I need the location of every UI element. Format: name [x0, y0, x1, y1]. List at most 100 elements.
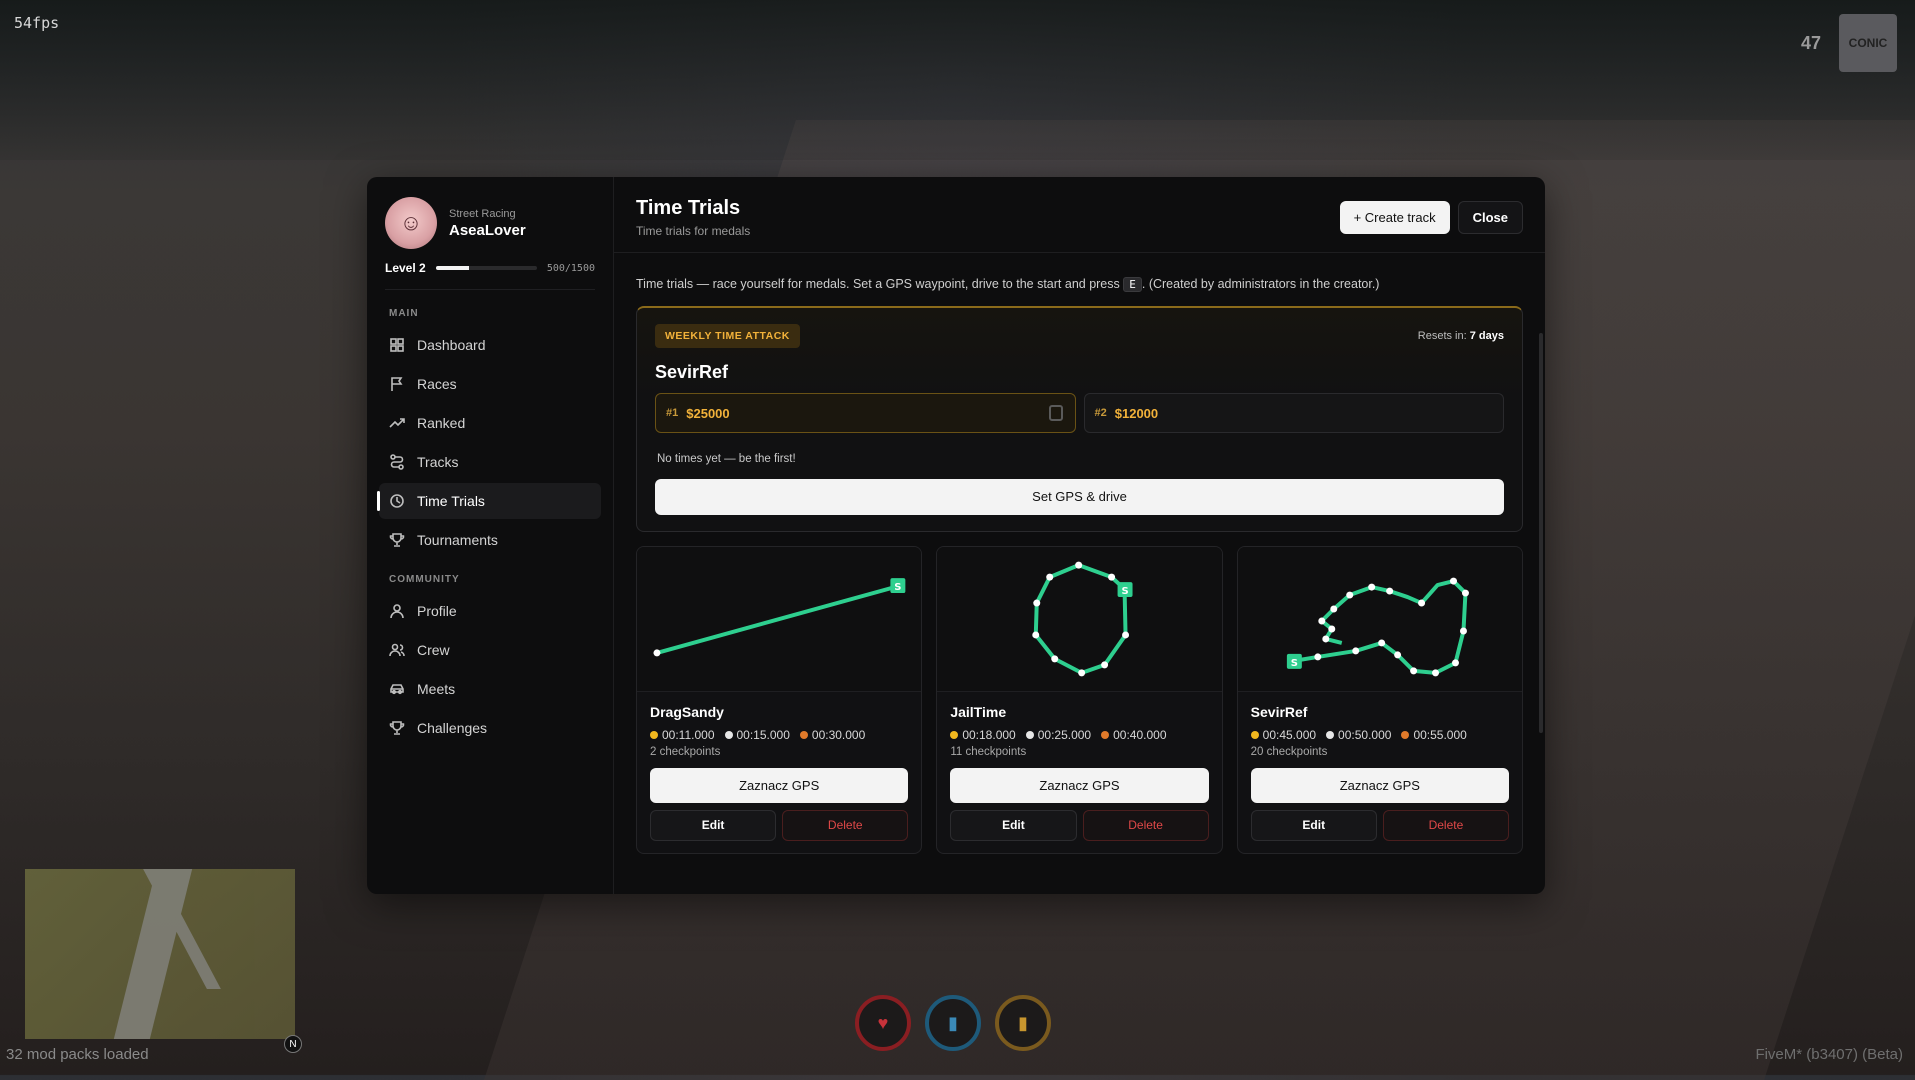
track-map-sevirref: S [1237, 547, 1522, 692]
time-value: 00:25.000 [1037, 728, 1092, 742]
xp-text: 500/1500 [546, 262, 595, 274]
checkpoint-count: 2 checkpoints [650, 746, 721, 758]
fps-counter: 54fps [14, 14, 60, 32]
compass-north-icon: N [284, 1035, 302, 1053]
sidebar-item-label: Tracks [417, 454, 459, 470]
username: AseaLover [449, 221, 526, 239]
page-title: Time Trials [636, 197, 741, 219]
track-name: JailTime [950, 704, 1007, 720]
health-icon: ♥ [855, 995, 911, 1051]
water-icon: ▮ [925, 995, 981, 1051]
empty-leaderboard-text: No times yet — be the first! [657, 453, 796, 465]
set-gps-drive-button[interactable]: Set GPS & drive [655, 479, 1504, 515]
level-label: Level 2 [385, 261, 426, 275]
edit-button[interactable]: Edit [1250, 810, 1377, 841]
track-map-jailtime: S [937, 547, 1222, 692]
create-track-button[interactable]: + Create track [1339, 201, 1450, 234]
gold-time: 00:18.000 [950, 728, 1016, 742]
mods-loaded-text: 32 mod packs loaded [6, 1046, 149, 1063]
scrollbar[interactable] [1539, 333, 1543, 733]
sidebar-item-tracks[interactable]: Tracks [379, 444, 601, 480]
close-button[interactable]: Close [1457, 201, 1523, 234]
time-value: 00:18.000 [962, 728, 1016, 742]
page-subtitle: Time trials for medals [636, 224, 751, 238]
bronze-time: 00:40.000 [1101, 728, 1167, 742]
time-trials-panel: ☺ Street Racing AseaLover Level 2 500/15… [367, 177, 1545, 894]
svg-text:S: S [894, 582, 901, 593]
bronze-time: 00:55.000 [1401, 728, 1467, 742]
sidebar-item-dashboard[interactable]: Dashboard [379, 327, 601, 363]
checkpoint-count: 11 checkpoints [950, 746, 1027, 758]
set-gps-button[interactable]: Zaznacz GPS [1250, 768, 1509, 803]
dashboard-icon [390, 338, 404, 352]
resets-timer: Resets in: 7 days [1418, 330, 1504, 342]
resets-value: 7 days [1469, 330, 1504, 342]
track-card: S JailTime 00:18.000 00:25.000 00:40.000… [936, 546, 1223, 854]
build-version: FiveM* (b3407) (Beta) [1755, 1046, 1903, 1063]
trophy-icon [389, 721, 405, 735]
delete-button[interactable]: Delete [1382, 810, 1509, 841]
sidebar-item-crew[interactable]: Crew [379, 632, 601, 668]
sidebar-item-label: Challenges [417, 720, 488, 736]
edit-button[interactable]: Edit [950, 810, 1077, 841]
track-name: SevirRef [1250, 704, 1308, 720]
minimap [25, 869, 295, 1039]
checkpoint-count: 20 checkpoints [1250, 746, 1328, 758]
info-text-part: . (Created by administrators in the crea… [1141, 277, 1380, 291]
info-text-part: Time trials — race yourself for medals. … [636, 277, 1120, 291]
weekly-track-name: SevirRef [655, 362, 729, 382]
silver-time: 00:25.000 [1025, 728, 1092, 742]
resets-label: Resets in: [1417, 330, 1467, 342]
time-value: 00:50.000 [1338, 728, 1392, 742]
route-icon [390, 454, 404, 470]
edit-button[interactable]: Edit [650, 810, 777, 841]
track-card: S SevirRef 00:45.000 00:50.000 00:55.000… [1236, 546, 1523, 854]
prize-rank: #1 [666, 407, 679, 419]
info-text: Time trials — race yourself for medals. … [636, 277, 1523, 292]
header: Time Trials Time trials for medals + Cre… [614, 177, 1545, 253]
sidebar-item-challenges[interactable]: Challenges [379, 710, 601, 746]
set-gps-button[interactable]: Zaznacz GPS [950, 768, 1209, 803]
silver-time: 00:15.000 [724, 728, 790, 742]
prize-second: #2 $12000 [1083, 393, 1504, 433]
sidebar-item-label: Tournaments [417, 532, 498, 548]
sidebar-item-label: Dashboard [417, 337, 486, 353]
sidebar-item-label: Crew [417, 642, 450, 658]
sidebar-item-profile[interactable]: Profile [379, 593, 601, 629]
time-value: 00:45.000 [1262, 728, 1317, 742]
flag-icon [391, 377, 403, 391]
sidebar-item-ranked[interactable]: Ranked [379, 405, 601, 441]
sidebar-item-meets[interactable]: Meets [379, 671, 601, 707]
vehicle-icon [1048, 405, 1063, 421]
delete-button[interactable]: Delete [1082, 810, 1209, 841]
sidebar-item-label: Profile [417, 603, 457, 619]
key-hint: E [1123, 277, 1142, 292]
weekly-time-attack-card: WEEKLY TIME ATTACK Resets in: 7 days Sev… [636, 306, 1523, 532]
users-icon [389, 643, 405, 657]
time-value: 00:15.000 [736, 728, 790, 742]
gold-time: 00:45.000 [1250, 728, 1317, 742]
track-card: S DragSandy 00:11.000 00:15.000 00:30.00… [636, 546, 923, 854]
prize-rank: #2 [1094, 407, 1107, 419]
level-row: Level 2 500/1500 [379, 261, 601, 275]
sidebar-item-label: Time Trials [417, 493, 485, 509]
profile-header: ☺ Street Racing AseaLover [379, 197, 601, 249]
user-icon [390, 604, 404, 619]
sidebar-item-races[interactable]: Races [379, 366, 601, 402]
trophy-icon [389, 533, 405, 547]
trend-icon [389, 418, 405, 428]
time-value: 00:11.000 [662, 728, 715, 742]
app-subtitle: Street Racing [449, 207, 516, 220]
prize-amount: $12000 [1114, 405, 1159, 421]
food-icon: ▮ [995, 995, 1051, 1051]
hud-number: 47 [1800, 32, 1821, 53]
sidebar-item-time-trials[interactable]: Time Trials [377, 483, 601, 519]
sidebar-item-label: Ranked [417, 415, 466, 431]
delete-button[interactable]: Delete [782, 810, 909, 841]
set-gps-button[interactable]: Zaznacz GPS [650, 768, 909, 803]
weekly-badge: WEEKLY TIME ATTACK [655, 324, 800, 348]
prize-first: #1 $25000 [655, 393, 1076, 433]
bronze-time: 00:30.000 [799, 728, 865, 742]
sidebar-item-tournaments[interactable]: Tournaments [379, 522, 601, 558]
main-content: Time Trials Time trials for medals + Cre… [614, 177, 1545, 894]
